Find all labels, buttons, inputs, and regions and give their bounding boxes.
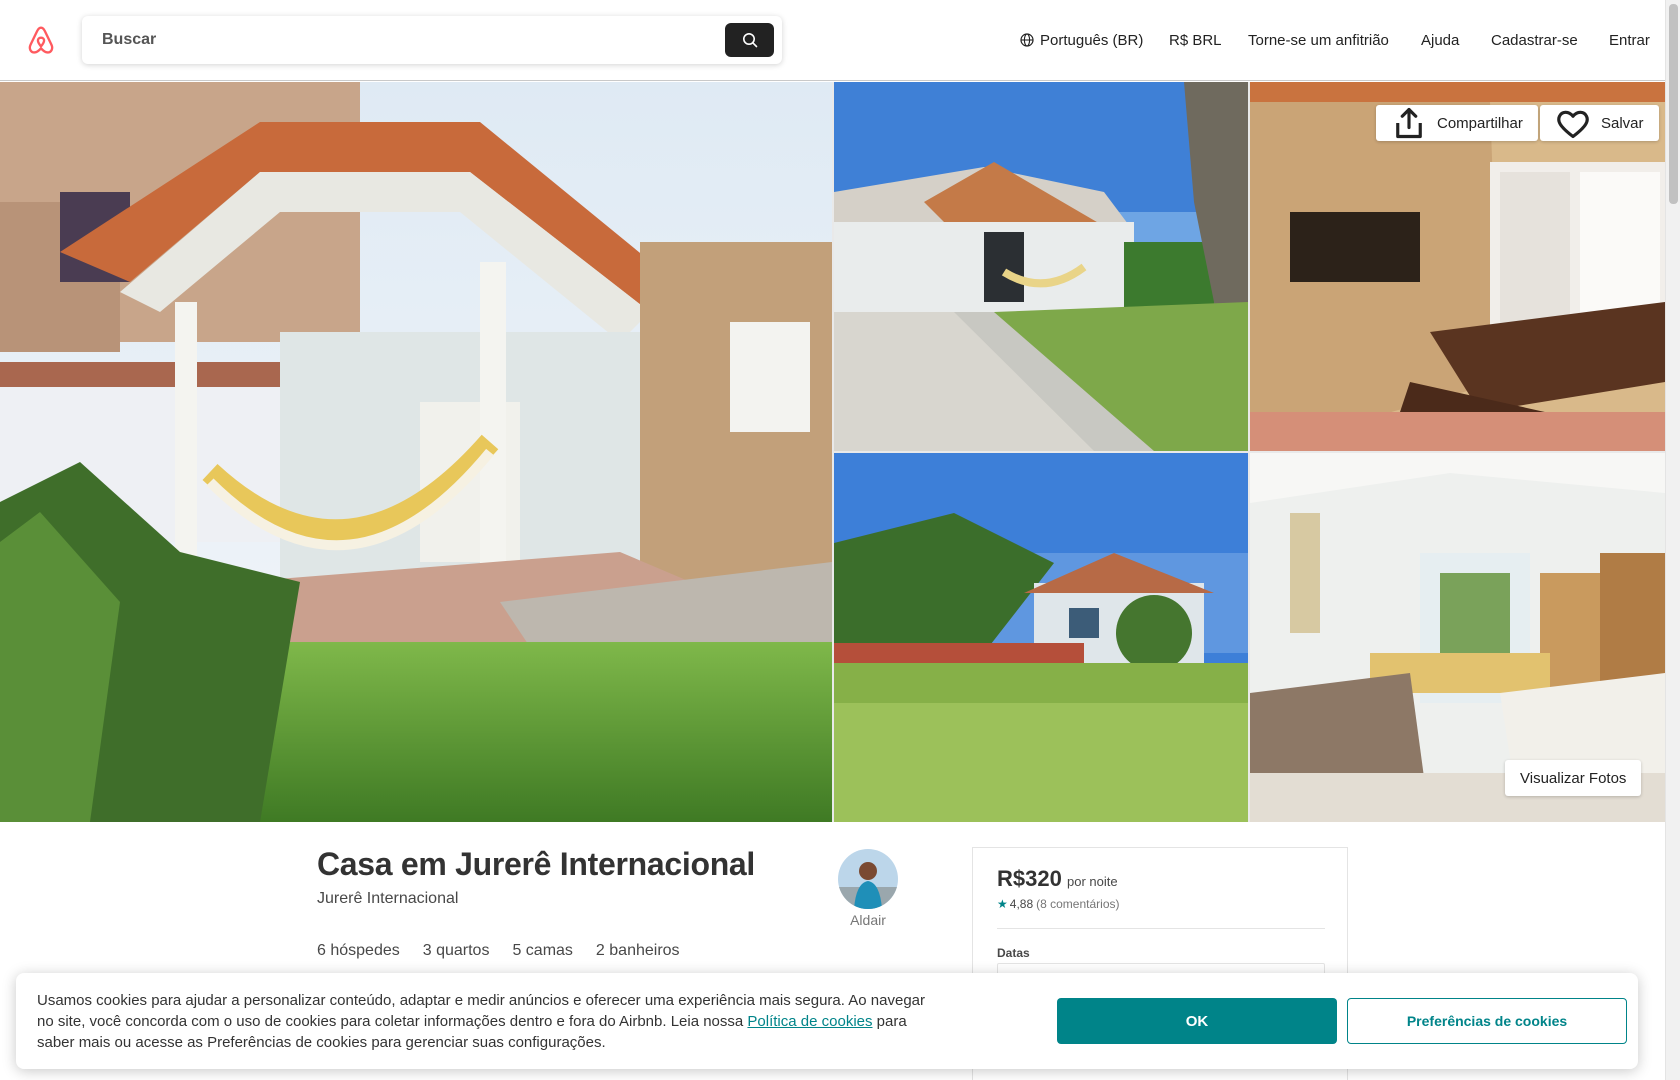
cookie-message: Usamos cookies para ajudar a personaliza… <box>37 990 927 1053</box>
view-photos-label: Visualizar Fotos <box>1520 769 1627 787</box>
top-nav-bar: Português (BR) R$ BRL Torne-se um anfitr… <box>0 0 1665 81</box>
reviews-count: (8 comentários) <box>1036 897 1120 911</box>
search-button[interactable] <box>725 23 774 57</box>
save-label: Salvar <box>1601 114 1644 132</box>
nightly-price: R$320 <box>997 866 1062 891</box>
language-selector[interactable]: Português (BR) <box>1020 30 1143 50</box>
signup-link[interactable]: Cadastrar-se <box>1491 30 1578 50</box>
listing-photo-4[interactable] <box>834 453 1248 822</box>
cookie-banner: Usamos cookies para ajudar a personaliza… <box>16 973 1638 1069</box>
airbnb-logo-icon[interactable] <box>24 24 58 58</box>
heart-icon <box>1557 110 1589 139</box>
scrollbar-thumb[interactable] <box>1669 4 1678 204</box>
bathrooms-count: 2 banheiros <box>595 942 680 959</box>
language-label: Português (BR) <box>1040 31 1144 49</box>
globe-icon <box>1020 33 1034 47</box>
search-input[interactable] <box>102 26 702 54</box>
listing-photo-main[interactable] <box>0 82 832 822</box>
per-night-label: por noite <box>1067 874 1118 889</box>
search-icon <box>742 33 757 48</box>
listing-facts: 6 hóspedes 3 quartos 5 camas 2 banheiros <box>317 942 680 960</box>
help-link[interactable]: Ajuda <box>1421 30 1459 50</box>
listing-photo-5[interactable]: Visualizar Fotos <box>1250 453 1665 822</box>
share-button[interactable]: Compartilhar <box>1376 105 1538 141</box>
listing-location: Jurerê Internacional <box>317 890 459 907</box>
become-host-link[interactable]: Torne-se um anfitrião <box>1248 30 1389 50</box>
bedrooms-count: 3 quartos <box>422 942 490 959</box>
listing-photo-2[interactable] <box>834 82 1248 451</box>
cookie-policy-link[interactable]: Política de cookies <box>747 1013 872 1030</box>
rating-value: 4,88 <box>1009 897 1034 911</box>
host-name: Aldair <box>850 912 886 928</box>
view-photos-button[interactable]: Visualizar Fotos <box>1505 760 1642 796</box>
cookie-preferences-button[interactable]: Preferências de cookies <box>1347 998 1627 1044</box>
cookie-ok-button[interactable]: OK <box>1057 998 1337 1044</box>
login-link[interactable]: Entrar <box>1609 30 1650 50</box>
search-bar <box>82 16 782 64</box>
currency-selector[interactable]: R$ BRL <box>1169 30 1222 50</box>
divider <box>997 928 1325 929</box>
beds-count: 5 camas <box>512 942 573 959</box>
share-icon <box>1396 107 1422 139</box>
save-button[interactable]: Salvar <box>1540 105 1659 141</box>
page-scrollbar[interactable] <box>1665 0 1680 1080</box>
listing-photo-3[interactable]: Compartilhar Salvar <box>1250 82 1665 451</box>
share-label: Compartilhar <box>1437 114 1523 132</box>
star-icon: ★ <box>997 897 1008 911</box>
photo-gallery: Compartilhar Salvar Visualizar Fotos <box>0 82 1665 822</box>
guests-count: 6 hóspedes <box>317 942 400 959</box>
rating-summary[interactable]: ★ 4,88 (8 comentários) <box>997 897 1120 911</box>
dates-label: Datas <box>997 946 1030 960</box>
listing-title: Casa em Jurerê Internacional <box>317 846 756 882</box>
host-avatar[interactable] <box>838 849 898 909</box>
